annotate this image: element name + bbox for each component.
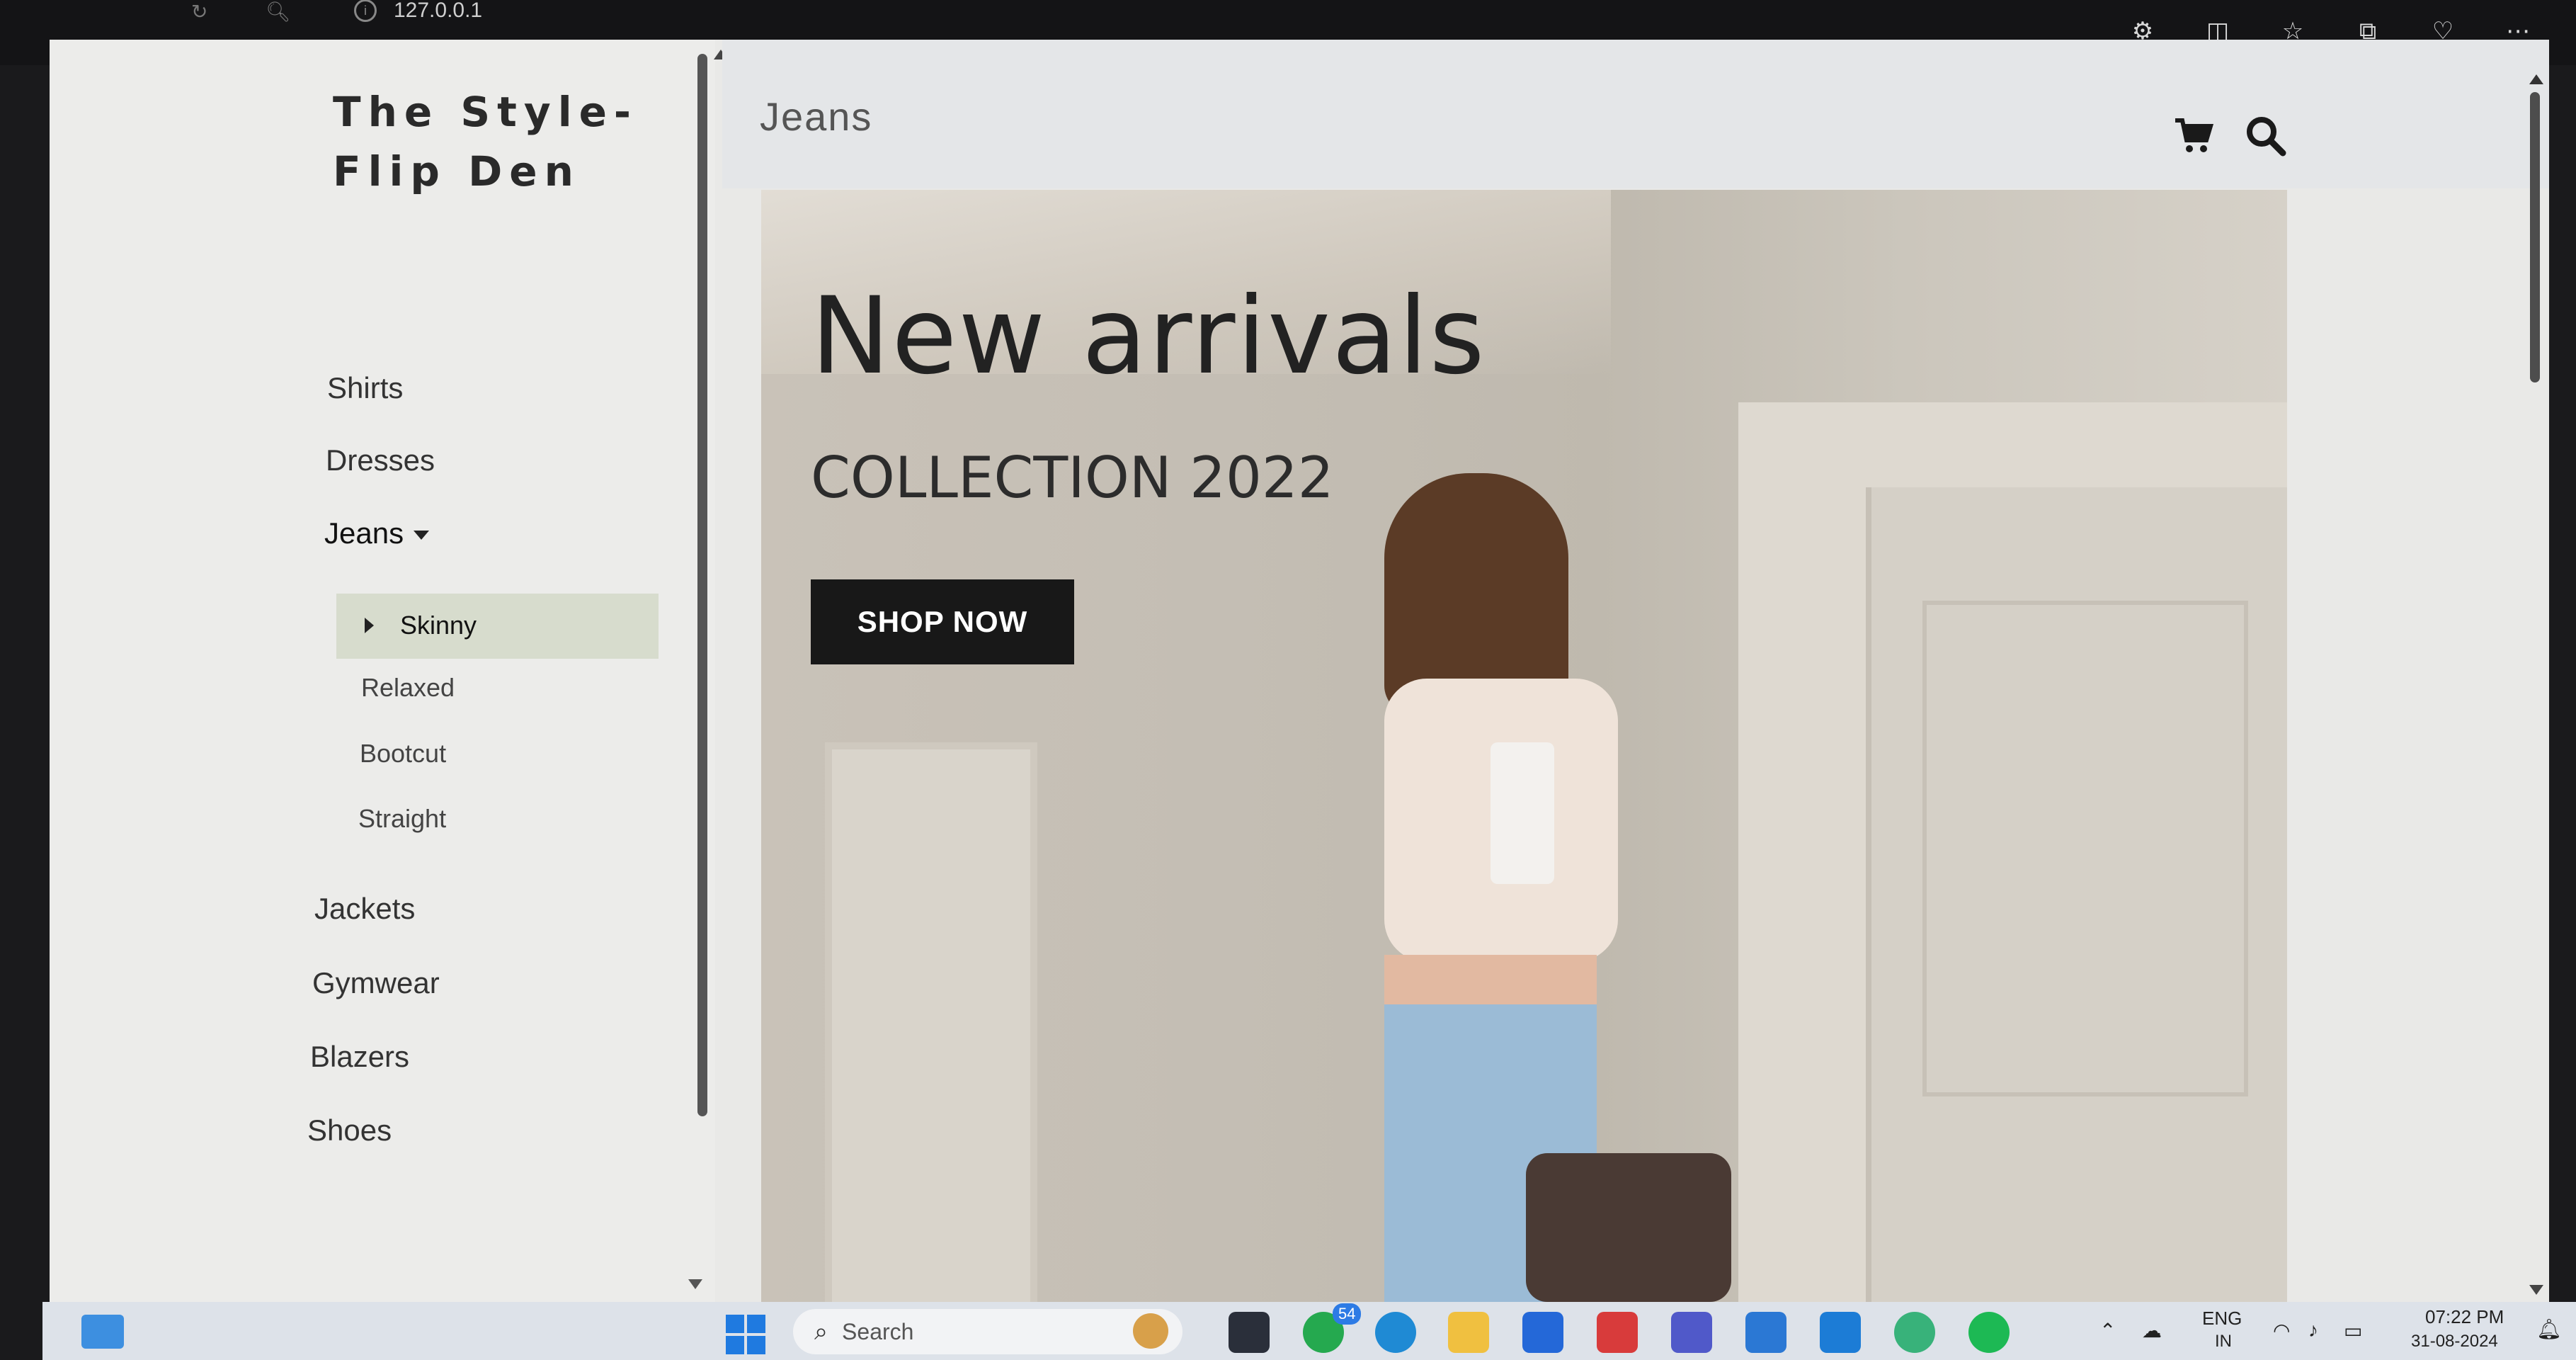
sidebar-item-jackets[interactable]: Jackets (314, 892, 415, 926)
widgets-icon[interactable] (81, 1315, 124, 1349)
site-info-icon[interactable]: i (354, 0, 377, 22)
cart-icon[interactable] (2174, 118, 2213, 154)
store-icon[interactable] (1745, 1312, 1786, 1353)
whatsapp-badge: 54 (1333, 1303, 1362, 1325)
search-highlight-icon[interactable] (1133, 1313, 1168, 1349)
language-indicator[interactable]: ENG (2202, 1308, 2242, 1330)
teams-icon[interactable] (1671, 1312, 1712, 1353)
caret-right-icon (365, 618, 374, 633)
file-explorer-icon[interactable] (1448, 1312, 1489, 1353)
search-icon[interactable] (2245, 115, 2287, 157)
refresh-icon[interactable]: ↻ (191, 0, 220, 23)
zoom-icon[interactable]: 🔍︎ (266, 0, 294, 23)
sidebar-item-shoes[interactable]: Shoes (307, 1114, 392, 1148)
tray-overflow-icon[interactable]: ⌃ (2099, 1319, 2116, 1342)
shop-now-button[interactable]: SHOP NOW (811, 579, 1074, 664)
address-url[interactable]: 127.0.0.1 (394, 0, 482, 23)
taskbar-search-placeholder: Search (842, 1318, 914, 1344)
sidebar-item-gymwear[interactable]: Gymwear (312, 966, 440, 1000)
clock-date[interactable]: 31-08-2024 (2411, 1332, 2498, 1352)
spotify-icon[interactable] (1968, 1312, 2010, 1353)
sidebar: The Style- Flip Den Shirts Dresses Jeans… (50, 40, 728, 1302)
submenu-item-straight[interactable]: Straight (358, 804, 446, 834)
submenu-item-bootcut[interactable]: Bootcut (360, 739, 446, 769)
notification-bell-icon[interactable]: 🔔︎ (2536, 1318, 2562, 1341)
page-title: Jeans (760, 94, 873, 139)
submenu-item-relaxed[interactable]: Relaxed (361, 673, 455, 703)
brand-logo-text[interactable]: The Style- Flip Den (333, 82, 638, 201)
sidebar-item-jeans-label: Jeans (324, 516, 404, 550)
address-bar[interactable]: i 127.0.0.1 (354, 0, 482, 23)
page-scroll-up[interactable] (2529, 74, 2543, 84)
taskbar: ⌕ Search 54 ⌃ ☁ ENG IN ◠ ♪ ▭ 07:22 PM 31… (42, 1302, 2576, 1360)
taskbar-search-icon: ⌕ (814, 1318, 828, 1345)
hero-title: New arrivals (811, 275, 1486, 398)
mcafee-icon[interactable] (1597, 1312, 1638, 1353)
sidebar-item-jeans[interactable]: Jeans (324, 516, 430, 550)
caret-down-icon (414, 531, 430, 540)
submenu-item-skinny-label: Skinny (400, 611, 477, 640)
hero-door-panel (1922, 601, 2248, 1096)
page-viewport: The Style- Flip Den Shirts Dresses Jeans… (50, 40, 2549, 1302)
taskbar-search[interactable]: ⌕ Search (793, 1309, 1182, 1354)
battery-icon[interactable]: ▭ (2344, 1319, 2362, 1342)
edge-icon[interactable] (1375, 1312, 1416, 1353)
vscode-icon[interactable] (1820, 1312, 1861, 1353)
hero-model-hair (1384, 473, 1568, 714)
sidebar-scrollbar[interactable] (697, 54, 707, 1116)
language-region[interactable]: IN (2215, 1332, 2232, 1352)
wifi-icon[interactable]: ◠ (2273, 1319, 2290, 1342)
hero-handbag (1526, 1153, 1731, 1302)
chatgpt-icon[interactable] (1894, 1312, 1935, 1353)
tray-cloud-icon[interactable]: ☁ (2142, 1319, 2162, 1342)
sidebar-item-blazers[interactable]: Blazers (310, 1040, 409, 1074)
hero-subtitle: COLLECTION 2022 (811, 445, 1334, 511)
page-scroll-down[interactable] (2529, 1285, 2543, 1295)
sidebar-item-shirts[interactable]: Shirts (327, 371, 403, 405)
clock-time[interactable]: 07:22 PM (2425, 1306, 2504, 1328)
submenu-item-skinny[interactable]: Skinny (336, 594, 659, 659)
page-scrollbar[interactable] (2530, 92, 2540, 382)
hero-left-door (825, 742, 1037, 1302)
whiteboard-icon[interactable] (1522, 1312, 1563, 1353)
sidebar-item-dresses[interactable]: Dresses (326, 443, 435, 477)
windows-start-icon[interactable] (726, 1315, 765, 1354)
hero-banner: New arrivals COLLECTION 2022 SHOP NOW (761, 190, 2287, 1302)
task-view-icon[interactable] (1229, 1312, 1270, 1353)
volume-icon[interactable]: ♪ (2308, 1319, 2318, 1342)
hero-coffee-cup (1491, 742, 1554, 884)
main-header (722, 40, 2549, 188)
sidebar-scroll-down[interactable] (688, 1279, 702, 1289)
